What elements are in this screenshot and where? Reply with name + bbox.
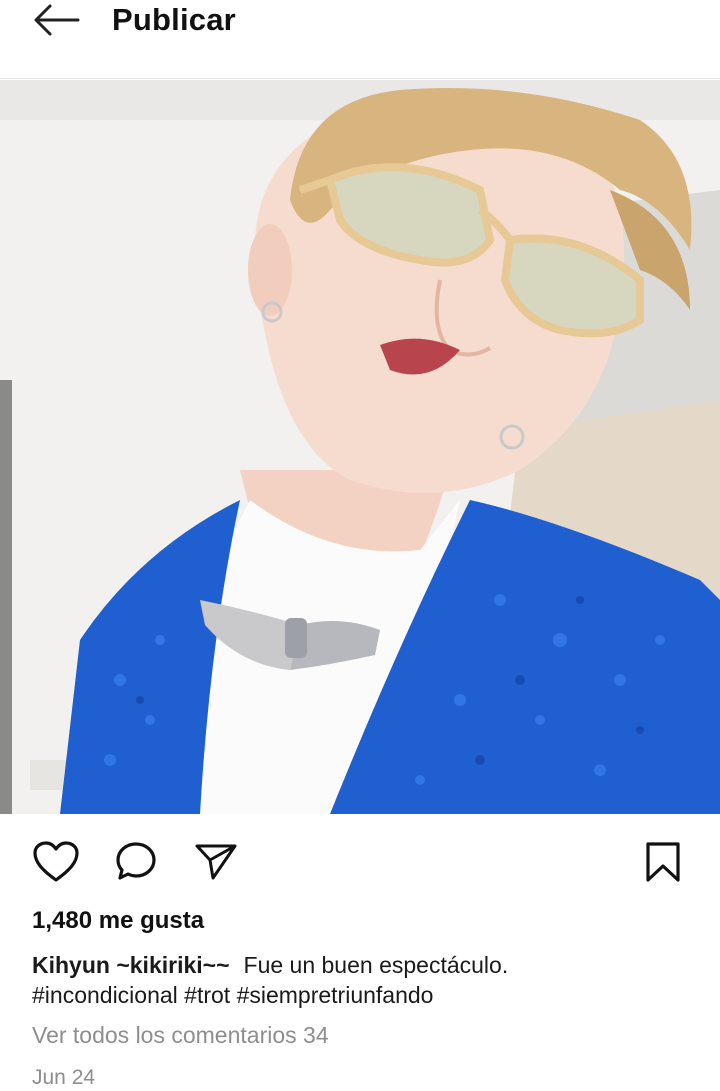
comment-button[interactable] <box>114 840 158 889</box>
likes-count[interactable]: 1,480 me gusta <box>32 907 204 935</box>
post-caption: Kihyun ~kikiriki~~ Fue un buen espectácul… <box>32 950 692 1010</box>
top-bar: Publicar <box>0 0 720 79</box>
portrait-illustration <box>0 80 720 814</box>
caption-hashtags[interactable]: #incondicional #trot #siempretriunfando <box>32 982 433 1008</box>
view-comments-link[interactable]: Ver todos los comentarios 34 <box>32 1022 329 1049</box>
comment-icon <box>116 842 156 880</box>
like-button[interactable] <box>32 840 80 889</box>
heart-icon <box>33 841 79 882</box>
caption-text: Fue un buen espectáculo. <box>243 952 509 978</box>
post-photo[interactable] <box>0 80 720 814</box>
post-date: Jun 24 <box>32 1066 96 1089</box>
back-button[interactable] <box>30 2 82 38</box>
paper-plane-icon <box>195 844 237 880</box>
caption-username[interactable]: Kihyun ~kikiriki~~ <box>32 952 230 978</box>
post-actions-bar <box>0 830 720 900</box>
bookmark-icon <box>646 842 680 882</box>
arrow-left-icon <box>34 4 80 36</box>
share-button[interactable] <box>194 842 238 887</box>
save-button[interactable] <box>644 840 682 889</box>
page-title: Publicar <box>112 2 236 37</box>
